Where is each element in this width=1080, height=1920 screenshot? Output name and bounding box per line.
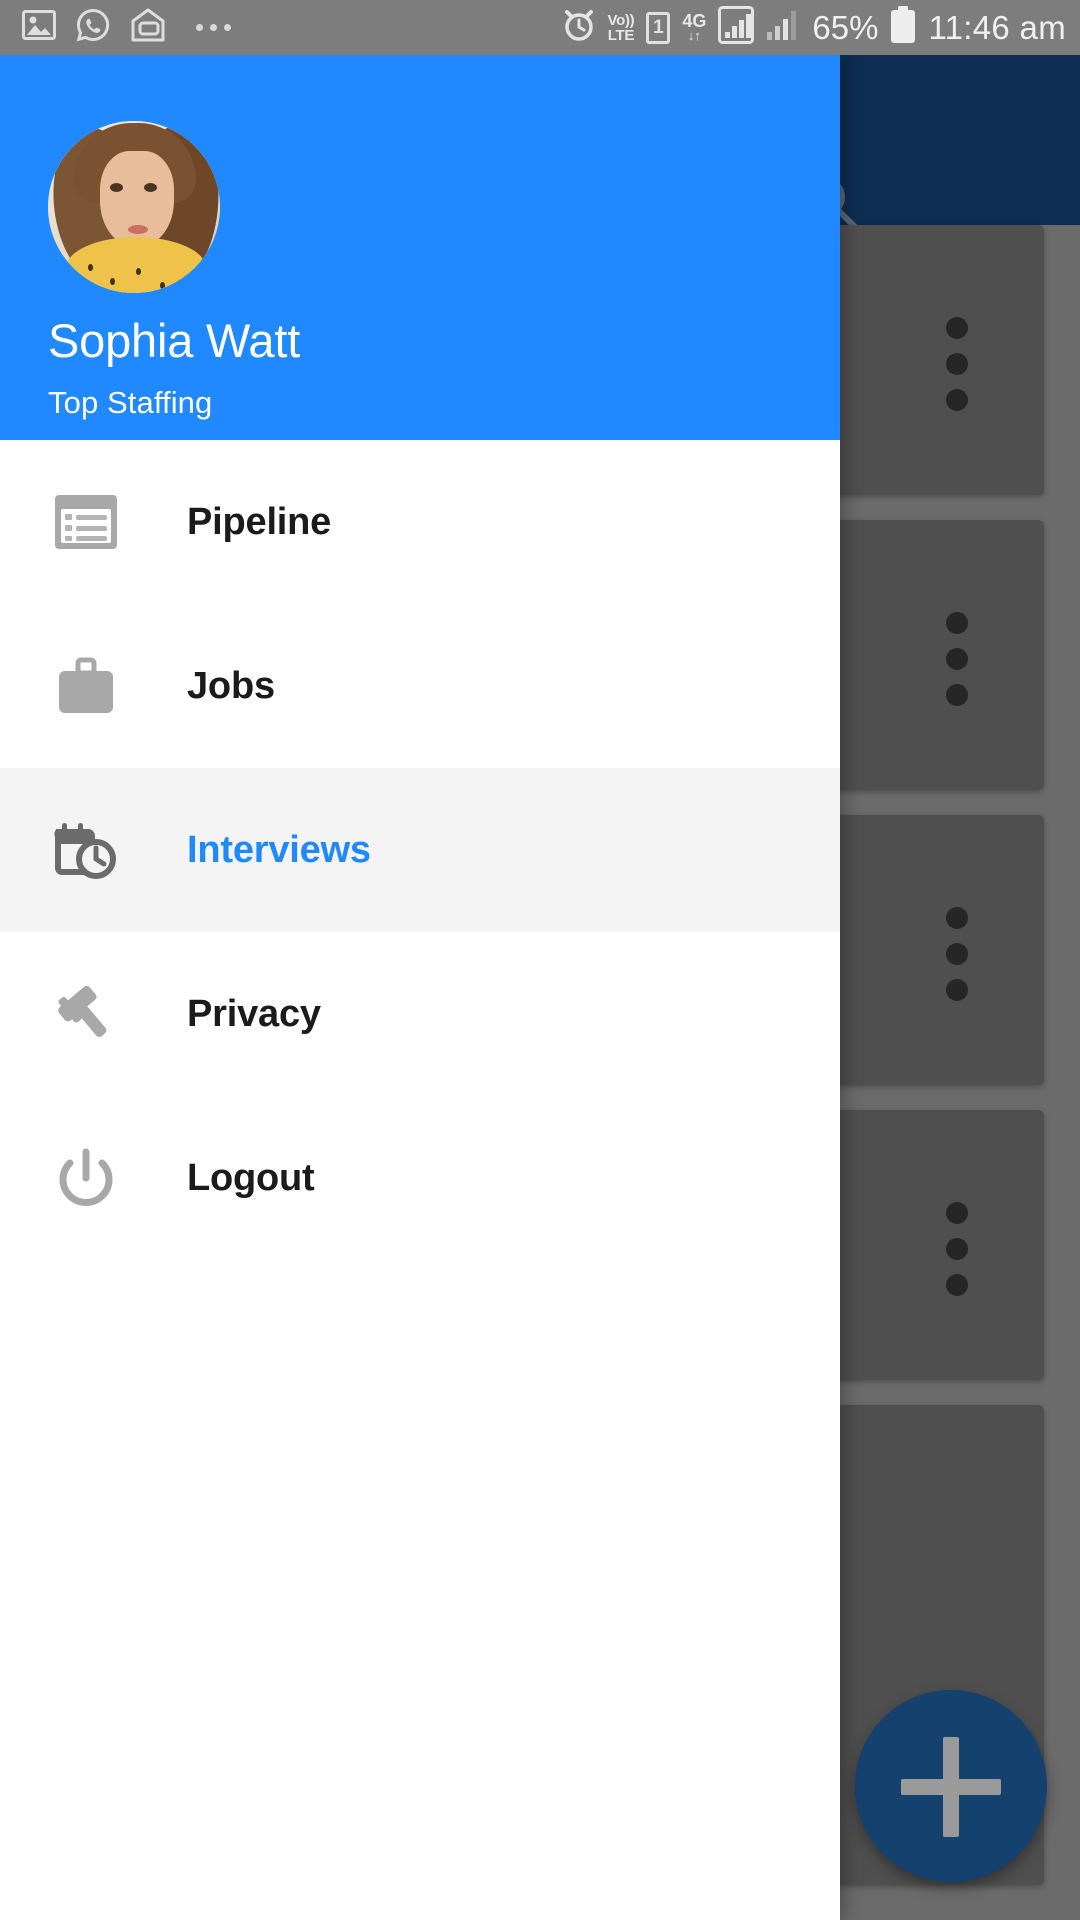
overflow-dots-icon	[196, 24, 231, 31]
image-icon	[22, 10, 56, 45]
signal-bars-boxed-icon	[718, 6, 755, 49]
sidebar-item-label: Interviews	[187, 829, 371, 871]
profile-name: Sophia Watt	[48, 314, 301, 367]
calendar-clock-icon	[49, 813, 123, 887]
profile-organization: Top Staffing	[48, 385, 213, 420]
sidebar-item-pipeline[interactable]: Pipeline	[0, 440, 840, 604]
status-bar-notifications	[22, 8, 231, 47]
drawer-header: Sophia Watt Top Staffing	[0, 55, 840, 440]
gavel-icon	[49, 977, 123, 1051]
whatsapp-icon	[76, 8, 110, 47]
signal-bars-icon	[766, 8, 800, 47]
list-document-icon	[49, 485, 123, 559]
briefcase-icon	[49, 649, 123, 723]
kebab-menu-icon[interactable]	[946, 1202, 968, 1310]
sidebar-item-jobs[interactable]: Jobs	[0, 604, 840, 768]
sidebar-item-label: Pipeline	[187, 501, 332, 543]
avatar[interactable]	[48, 121, 220, 293]
mail-icon	[130, 8, 166, 47]
volte-line-2: LTE	[607, 26, 635, 44]
navigation-drawer: Sophia Watt Top Staffing Pipeline Jobs I…	[0, 55, 840, 1920]
sidebar-item-logout[interactable]: Logout	[0, 1096, 840, 1260]
kebab-menu-icon[interactable]	[946, 907, 968, 1015]
sidebar-item-label: Jobs	[187, 665, 275, 707]
network-type-indicator: 4G ↓↑	[682, 12, 706, 43]
sim-label: 1	[653, 16, 664, 38]
data-arrows-icon: ↓↑	[687, 28, 701, 43]
volte-indicator: Vo)) LTE	[608, 13, 635, 43]
kebab-menu-icon[interactable]	[946, 317, 968, 425]
clock-label: 11:46 am	[928, 8, 1066, 46]
power-icon	[49, 1141, 123, 1215]
battery-icon	[890, 6, 916, 49]
drawer-menu-list: Pipeline Jobs Interviews Privacy Logout	[0, 440, 840, 1260]
kebab-menu-icon[interactable]	[946, 612, 968, 720]
sidebar-item-privacy[interactable]: Privacy	[0, 932, 840, 1096]
add-fab-button[interactable]	[855, 1690, 1047, 1882]
sim-card-icon: 1	[646, 11, 671, 44]
sidebar-item-label: Logout	[187, 1157, 315, 1199]
status-bar-system: Vo)) LTE 1 4G ↓↑ 65% 11:46 am	[562, 6, 1066, 49]
status-bar: Vo)) LTE 1 4G ↓↑ 65% 11:46 am	[0, 0, 1080, 55]
sidebar-item-interviews[interactable]: Interviews	[0, 768, 840, 932]
alarm-icon	[562, 7, 596, 48]
sidebar-item-label: Privacy	[187, 993, 321, 1035]
battery-percent-label: 65%	[812, 8, 879, 46]
plus-icon-vertical	[943, 1737, 959, 1837]
